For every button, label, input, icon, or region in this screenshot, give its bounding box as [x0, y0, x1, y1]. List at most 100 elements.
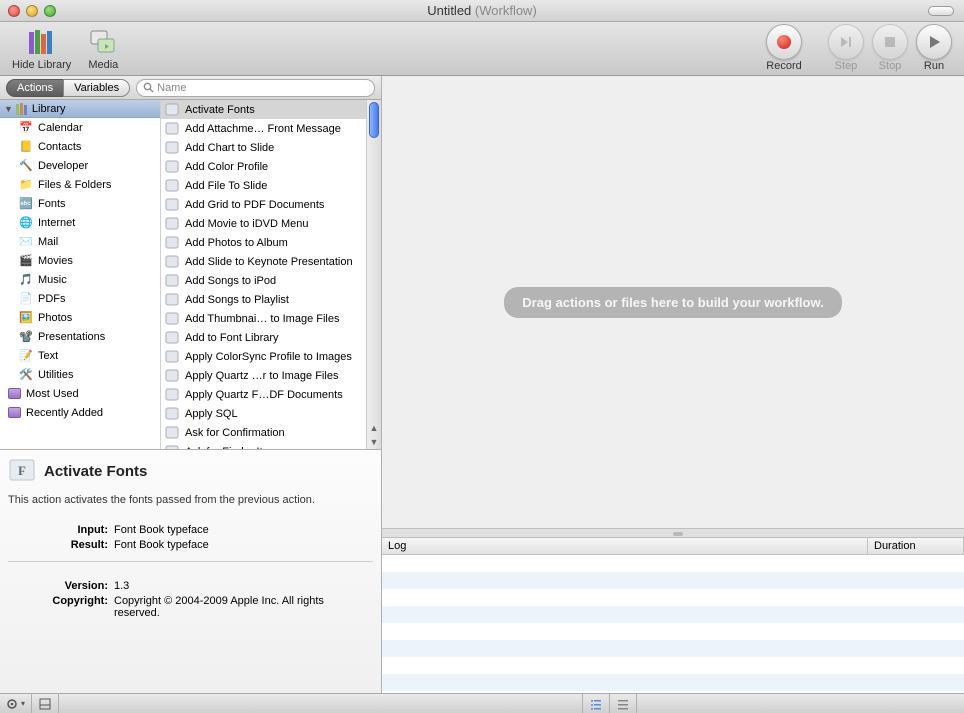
action-item[interactable]: Add Attachme… Front Message	[161, 119, 366, 138]
scroll-down-icon[interactable]: ▼	[367, 435, 381, 449]
action-icon	[165, 330, 181, 346]
action-label: Add Movie to iDVD Menu	[185, 218, 309, 230]
action-label: Add Slide to Keynote Presentation	[185, 256, 353, 268]
category-icon: 📁	[18, 177, 34, 193]
library-category[interactable]: ✉️Mail	[0, 232, 160, 251]
action-label: Apply Quartz …r to Image Files	[185, 370, 338, 382]
smart-folder-icon	[6, 405, 22, 421]
action-label: Add File To Slide	[185, 180, 267, 192]
action-label: Add to Font Library	[185, 332, 279, 344]
library-category[interactable]: 🖼️Photos	[0, 308, 160, 327]
duration-column-header[interactable]: Duration	[868, 538, 964, 554]
library-category[interactable]: 📝Text	[0, 346, 160, 365]
action-label: Apply SQL	[185, 408, 238, 420]
library-header[interactable]: ▼ Library	[0, 100, 160, 118]
action-item[interactable]: Add Chart to Slide	[161, 138, 366, 157]
action-item[interactable]: Apply Quartz …r to Image Files	[161, 366, 366, 385]
library-category[interactable]: 🎵 Music	[0, 270, 160, 289]
action-label: Apply Quartz F…DF Documents	[185, 389, 343, 401]
library-category[interactable]: 📁 Files & Folders	[0, 175, 160, 194]
library-smart-folder[interactable]: Most Used	[0, 384, 160, 403]
action-item[interactable]: Add Movie to iDVD Menu	[161, 214, 366, 233]
gear-menu-button[interactable]: ▾	[0, 694, 32, 713]
category-label: PDFs	[38, 293, 66, 305]
stop-button[interactable]: Stop	[872, 24, 908, 72]
hide-library-button[interactable]: Hide Library	[12, 27, 71, 71]
category-icon: 🖼️	[18, 310, 34, 326]
library-category[interactable]: 🛠️Utilities	[0, 365, 160, 384]
action-item[interactable]: Add Songs to Playlist	[161, 290, 366, 309]
tab-actions[interactable]: Actions	[6, 79, 63, 97]
media-button[interactable]: Media	[87, 27, 119, 71]
hide-library-label: Hide Library	[12, 59, 71, 71]
action-item[interactable]: Add to Font Library	[161, 328, 366, 347]
action-item[interactable]: Add Thumbnai… to Image Files	[161, 309, 366, 328]
category-label: Music	[38, 274, 67, 286]
action-label: Apply ColorSync Profile to Images	[185, 351, 352, 363]
category-label: Files & Folders	[38, 179, 111, 191]
action-label: Add Grid to PDF Documents	[185, 199, 324, 211]
action-item[interactable]: Activate Fonts	[161, 100, 366, 119]
scrollbar-thumb[interactable]	[369, 102, 379, 138]
library-smart-folder[interactable]: Recently Added	[0, 403, 160, 422]
action-label: Add Photos to Album	[185, 237, 288, 249]
log-column-header[interactable]: Log	[382, 538, 868, 554]
library-category[interactable]: 🔤Fonts	[0, 194, 160, 213]
actions-column: Activate Fonts Add Attachme… Front Messag…	[161, 100, 381, 449]
library-category[interactable]: 📄 PDFs	[0, 289, 160, 308]
record-button[interactable]: Record	[766, 24, 802, 72]
action-item[interactable]: Ask for Finder Items	[161, 442, 366, 449]
action-icon	[165, 140, 181, 156]
category-icon: 📒	[18, 139, 34, 155]
action-item[interactable]: Ask for Confirmation	[161, 423, 366, 442]
action-label: Add Chart to Slide	[185, 142, 274, 154]
scroll-up-icon[interactable]: ▲	[367, 421, 381, 435]
toolbar-toggle-button[interactable]	[928, 6, 954, 16]
action-item[interactable]: Add Songs to iPod	[161, 271, 366, 290]
library-category[interactable]: 🌐Internet	[0, 213, 160, 232]
step-button[interactable]: Step	[828, 24, 864, 72]
actions-scrollbar[interactable]: ▲ ▼	[366, 100, 381, 449]
workflow-canvas[interactable]: Drag actions or files here to build your…	[382, 76, 964, 528]
view-list-button[interactable]	[583, 694, 610, 713]
lines-icon	[616, 697, 630, 711]
action-item[interactable]: Add File To Slide	[161, 176, 366, 195]
view-flow-button[interactable]	[610, 694, 637, 713]
action-item[interactable]: Apply SQL	[161, 404, 366, 423]
tab-variables-label: Variables	[74, 82, 119, 94]
action-item[interactable]: Apply ColorSync Profile to Images	[161, 347, 366, 366]
window-title: Untitled (Workflow)	[0, 3, 964, 18]
library-column: ▼ Library 📅Calendar 📒 Contacts 🔨Developer 📁 F…	[0, 100, 161, 449]
library-category[interactable]: 🎬Movies	[0, 251, 160, 270]
log-table: Log Duration	[382, 538, 964, 693]
category-label: Internet	[38, 217, 75, 229]
search-input[interactable]: Name	[136, 79, 375, 97]
category-icon: 🎵	[18, 272, 34, 288]
tab-actions-label: Actions	[17, 82, 53, 94]
action-item[interactable]: Add Color Profile	[161, 157, 366, 176]
window-title-text: Untitled	[427, 3, 471, 18]
run-button[interactable]: Run	[916, 24, 952, 72]
library-category[interactable]: 📽️Presentations	[0, 327, 160, 346]
action-item[interactable]: Add Slide to Keynote Presentation	[161, 252, 366, 271]
zoom-window-button[interactable]	[44, 5, 56, 17]
action-item[interactable]: Apply Quartz F…DF Documents	[161, 385, 366, 404]
category-label: Utilities	[38, 369, 73, 381]
library-category[interactable]: 📅Calendar	[0, 118, 160, 137]
category-label: Mail	[38, 236, 58, 248]
svg-text:F: F	[18, 463, 26, 478]
library-category[interactable]: 📒 Contacts	[0, 137, 160, 156]
minimize-window-button[interactable]	[26, 5, 38, 17]
action-item[interactable]: Add Grid to PDF Documents	[161, 195, 366, 214]
library-category[interactable]: 🔨Developer	[0, 156, 160, 175]
category-icon: 📄	[18, 291, 34, 307]
close-window-button[interactable]	[8, 5, 20, 17]
panel-icon	[38, 697, 52, 711]
category-label: Contacts	[38, 141, 81, 153]
action-label: Activate Fonts	[185, 104, 255, 116]
action-item[interactable]: Add Photos to Album	[161, 233, 366, 252]
action-icon	[165, 216, 181, 232]
log-splitter[interactable]	[382, 528, 964, 538]
toggle-detail-button[interactable]	[32, 694, 59, 713]
tab-variables[interactable]: Variables	[63, 79, 130, 97]
